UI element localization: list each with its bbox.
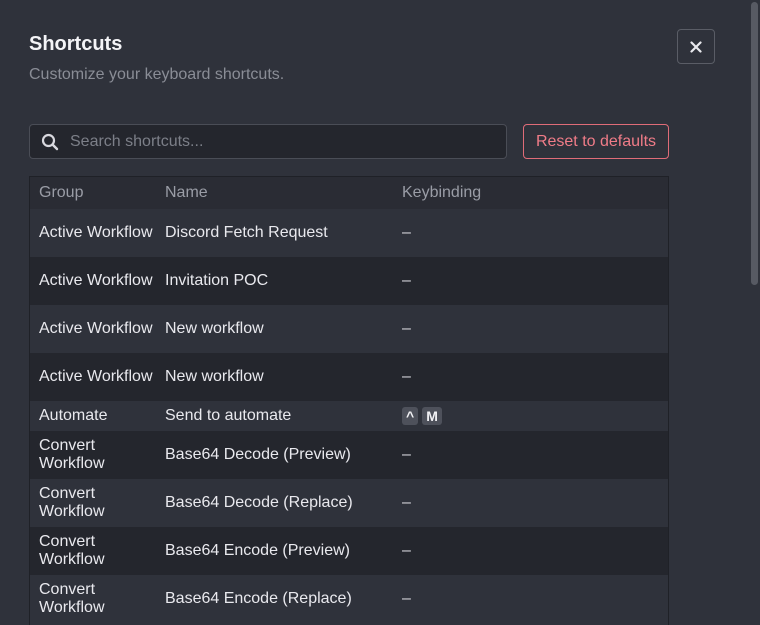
cell-name: New workflow	[165, 320, 264, 337]
search-icon	[30, 125, 70, 158]
cell-name: Discord Fetch Request	[165, 224, 328, 241]
shortcuts-dialog: Shortcuts Customize your keyboard shortc…	[0, 0, 760, 625]
table-header-row: Group Name Keybinding	[30, 177, 668, 209]
column-header-name[interactable]: Name	[156, 177, 393, 209]
cell-group: Convert Workflow	[39, 581, 105, 616]
table-row[interactable]: Active Workflow Invitation POC –	[30, 257, 668, 305]
column-header-group[interactable]: Group	[30, 177, 156, 209]
cell-name: Base64 Decode (Replace)	[165, 494, 353, 511]
cell-keybinding[interactable]: –	[393, 305, 668, 353]
cell-keybinding[interactable]: –	[393, 209, 668, 257]
cell-group: Convert Workflow	[39, 533, 105, 568]
shortcuts-table-container: Group Name Keybinding Active Workflow Dis…	[29, 176, 669, 625]
key-badge: M	[422, 406, 442, 425]
keybinding-empty: –	[402, 446, 411, 463]
keybinding-empty: –	[402, 320, 411, 337]
key-badge: ^	[402, 406, 419, 425]
shortcuts-table: Group Name Keybinding Active Workflow Dis…	[30, 177, 668, 623]
keybinding-empty: –	[402, 272, 411, 289]
table-row[interactable]: Active Workflow Discord Fetch Request –	[30, 209, 668, 257]
cell-name: Base64 Decode (Preview)	[165, 446, 351, 463]
table-row[interactable]: Active Workflow New workflow –	[30, 353, 668, 401]
cell-name: Base64 Encode (Replace)	[165, 590, 352, 607]
cell-name: Send to automate	[165, 407, 292, 424]
cell-keybinding[interactable]: –	[393, 575, 668, 623]
table-row[interactable]: Convert Workflow Base64 Decode (Preview) –	[30, 431, 668, 479]
cell-group: Convert Workflow	[39, 437, 105, 472]
search-input[interactable]	[70, 126, 506, 157]
cell-group: Active Workflow	[39, 272, 153, 289]
cell-group: Automate	[39, 407, 108, 424]
cell-keybinding[interactable]: –	[393, 257, 668, 305]
cell-name: Invitation POC	[165, 272, 269, 289]
dialog-subtitle: Customize your keyboard shortcuts.	[29, 66, 285, 83]
cell-group: Active Workflow	[39, 224, 153, 241]
close-icon	[690, 40, 702, 53]
keybinding-empty: –	[402, 224, 411, 241]
keybinding-empty: –	[402, 542, 411, 559]
cell-keybinding[interactable]: –	[393, 431, 668, 479]
cell-group: Active Workflow	[39, 320, 153, 337]
table-row[interactable]: Convert Workflow Base64 Encode (Replace) –	[30, 575, 668, 623]
search-box	[29, 124, 507, 159]
reset-to-defaults-button[interactable]: Reset to defaults	[523, 124, 669, 159]
dialog-title: Shortcuts	[29, 33, 123, 55]
close-button[interactable]	[677, 29, 715, 64]
table-row[interactable]: Active Workflow New workflow –	[30, 305, 668, 353]
cell-keybinding[interactable]: ^ M	[393, 401, 668, 431]
cell-keybinding[interactable]: –	[393, 353, 668, 401]
cell-name: New workflow	[165, 368, 264, 385]
cell-group: Active Workflow	[39, 368, 153, 385]
cell-group: Convert Workflow	[39, 485, 105, 520]
cell-keybinding[interactable]: –	[393, 479, 668, 527]
keybinding-empty: –	[402, 494, 411, 511]
table-row[interactable]: Automate Send to automate ^ M	[30, 401, 668, 431]
scrollbar-thumb[interactable]	[751, 2, 758, 285]
table-row[interactable]: Convert Workflow Base64 Decode (Replace) –	[30, 479, 668, 527]
column-header-keybinding[interactable]: Keybinding	[393, 177, 668, 209]
keybinding-empty: –	[402, 590, 411, 607]
keybinding-empty: –	[402, 368, 411, 385]
cell-name: Base64 Encode (Preview)	[165, 542, 350, 559]
cell-keybinding[interactable]: –	[393, 527, 668, 575]
scrollbar[interactable]	[748, 0, 760, 625]
table-row[interactable]: Convert Workflow Base64 Encode (Preview) –	[30, 527, 668, 575]
